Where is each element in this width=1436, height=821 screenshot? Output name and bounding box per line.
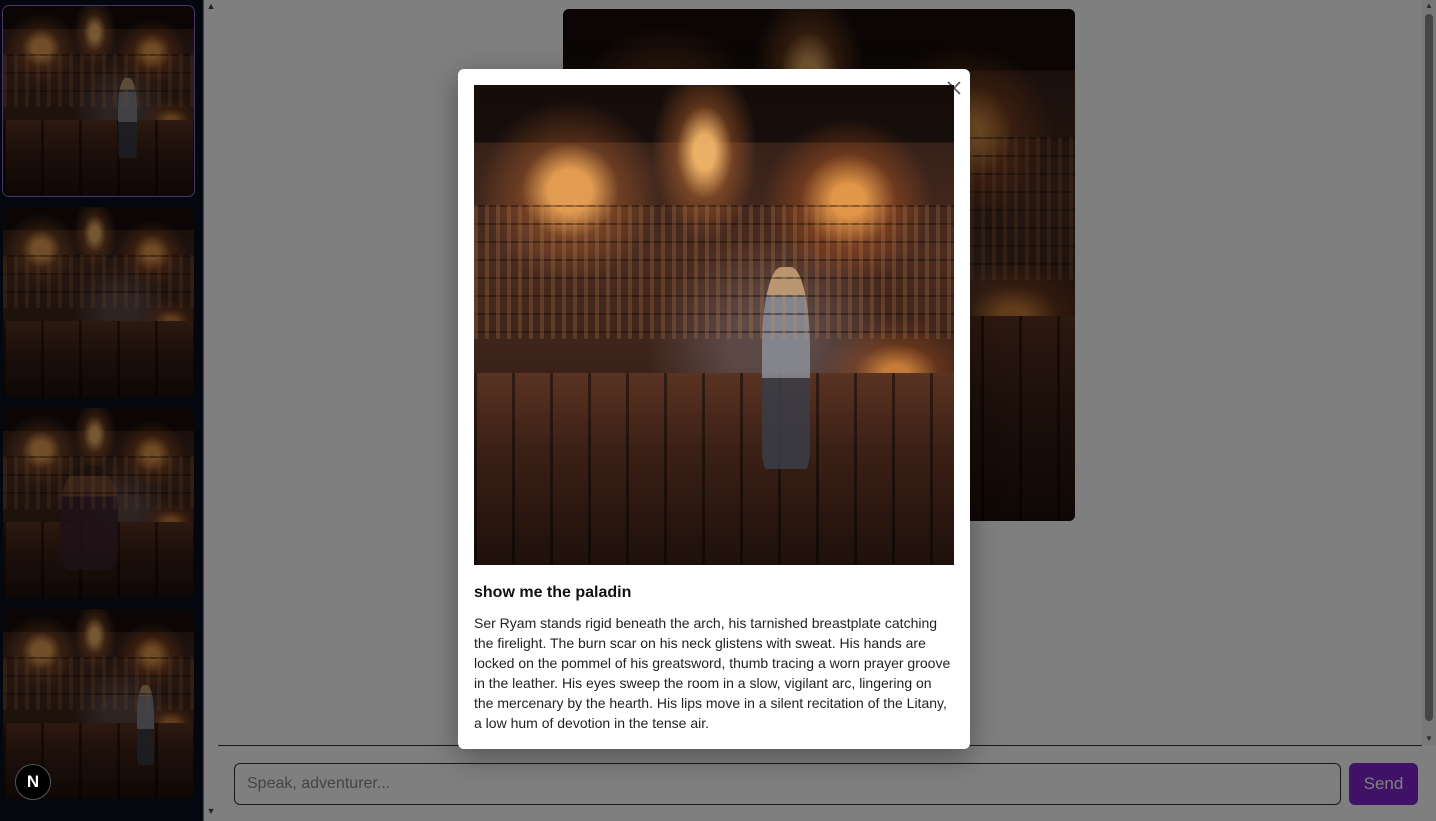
modal-image bbox=[474, 85, 954, 565]
image-modal: show me the paladin Ser Ryam stands rigi… bbox=[458, 69, 970, 749]
modal-title: show me the paladin bbox=[474, 584, 632, 601]
modal-body: Ser Ryam stands rigid beneath the arch, … bbox=[474, 615, 951, 731]
app-badge[interactable]: N bbox=[15, 764, 51, 800]
